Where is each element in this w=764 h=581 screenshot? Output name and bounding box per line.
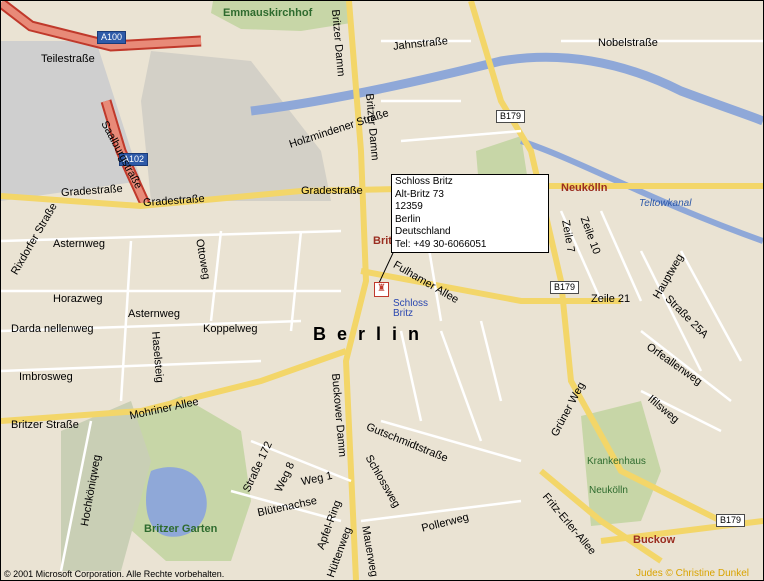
popup-zip: 12359 <box>395 201 423 213</box>
map-view[interactable]: A100 A102 B179 B179 B179 Emmauskirchhof … <box>0 0 764 581</box>
poi-label-line2: Britz <box>393 308 413 319</box>
popup-name: Schloss Britz <box>395 176 453 187</box>
popup-city: Berlin <box>395 213 421 225</box>
popup-phone: Tel: +49 30-6066051 <box>395 238 487 250</box>
popup-country: Deutschland <box>395 226 451 238</box>
popup-street: Alt-Britz 73 <box>395 188 444 200</box>
credit-text: Judes © Christine Dunkel <box>636 568 749 579</box>
copyright-text: © 2001 Microsoft Corporation. Alle Recht… <box>4 569 225 579</box>
info-popup: Schloss Britz Alt-Britz 73 12359 Berlin … <box>391 174 549 253</box>
castle-icon[interactable]: ♜ <box>374 282 389 297</box>
